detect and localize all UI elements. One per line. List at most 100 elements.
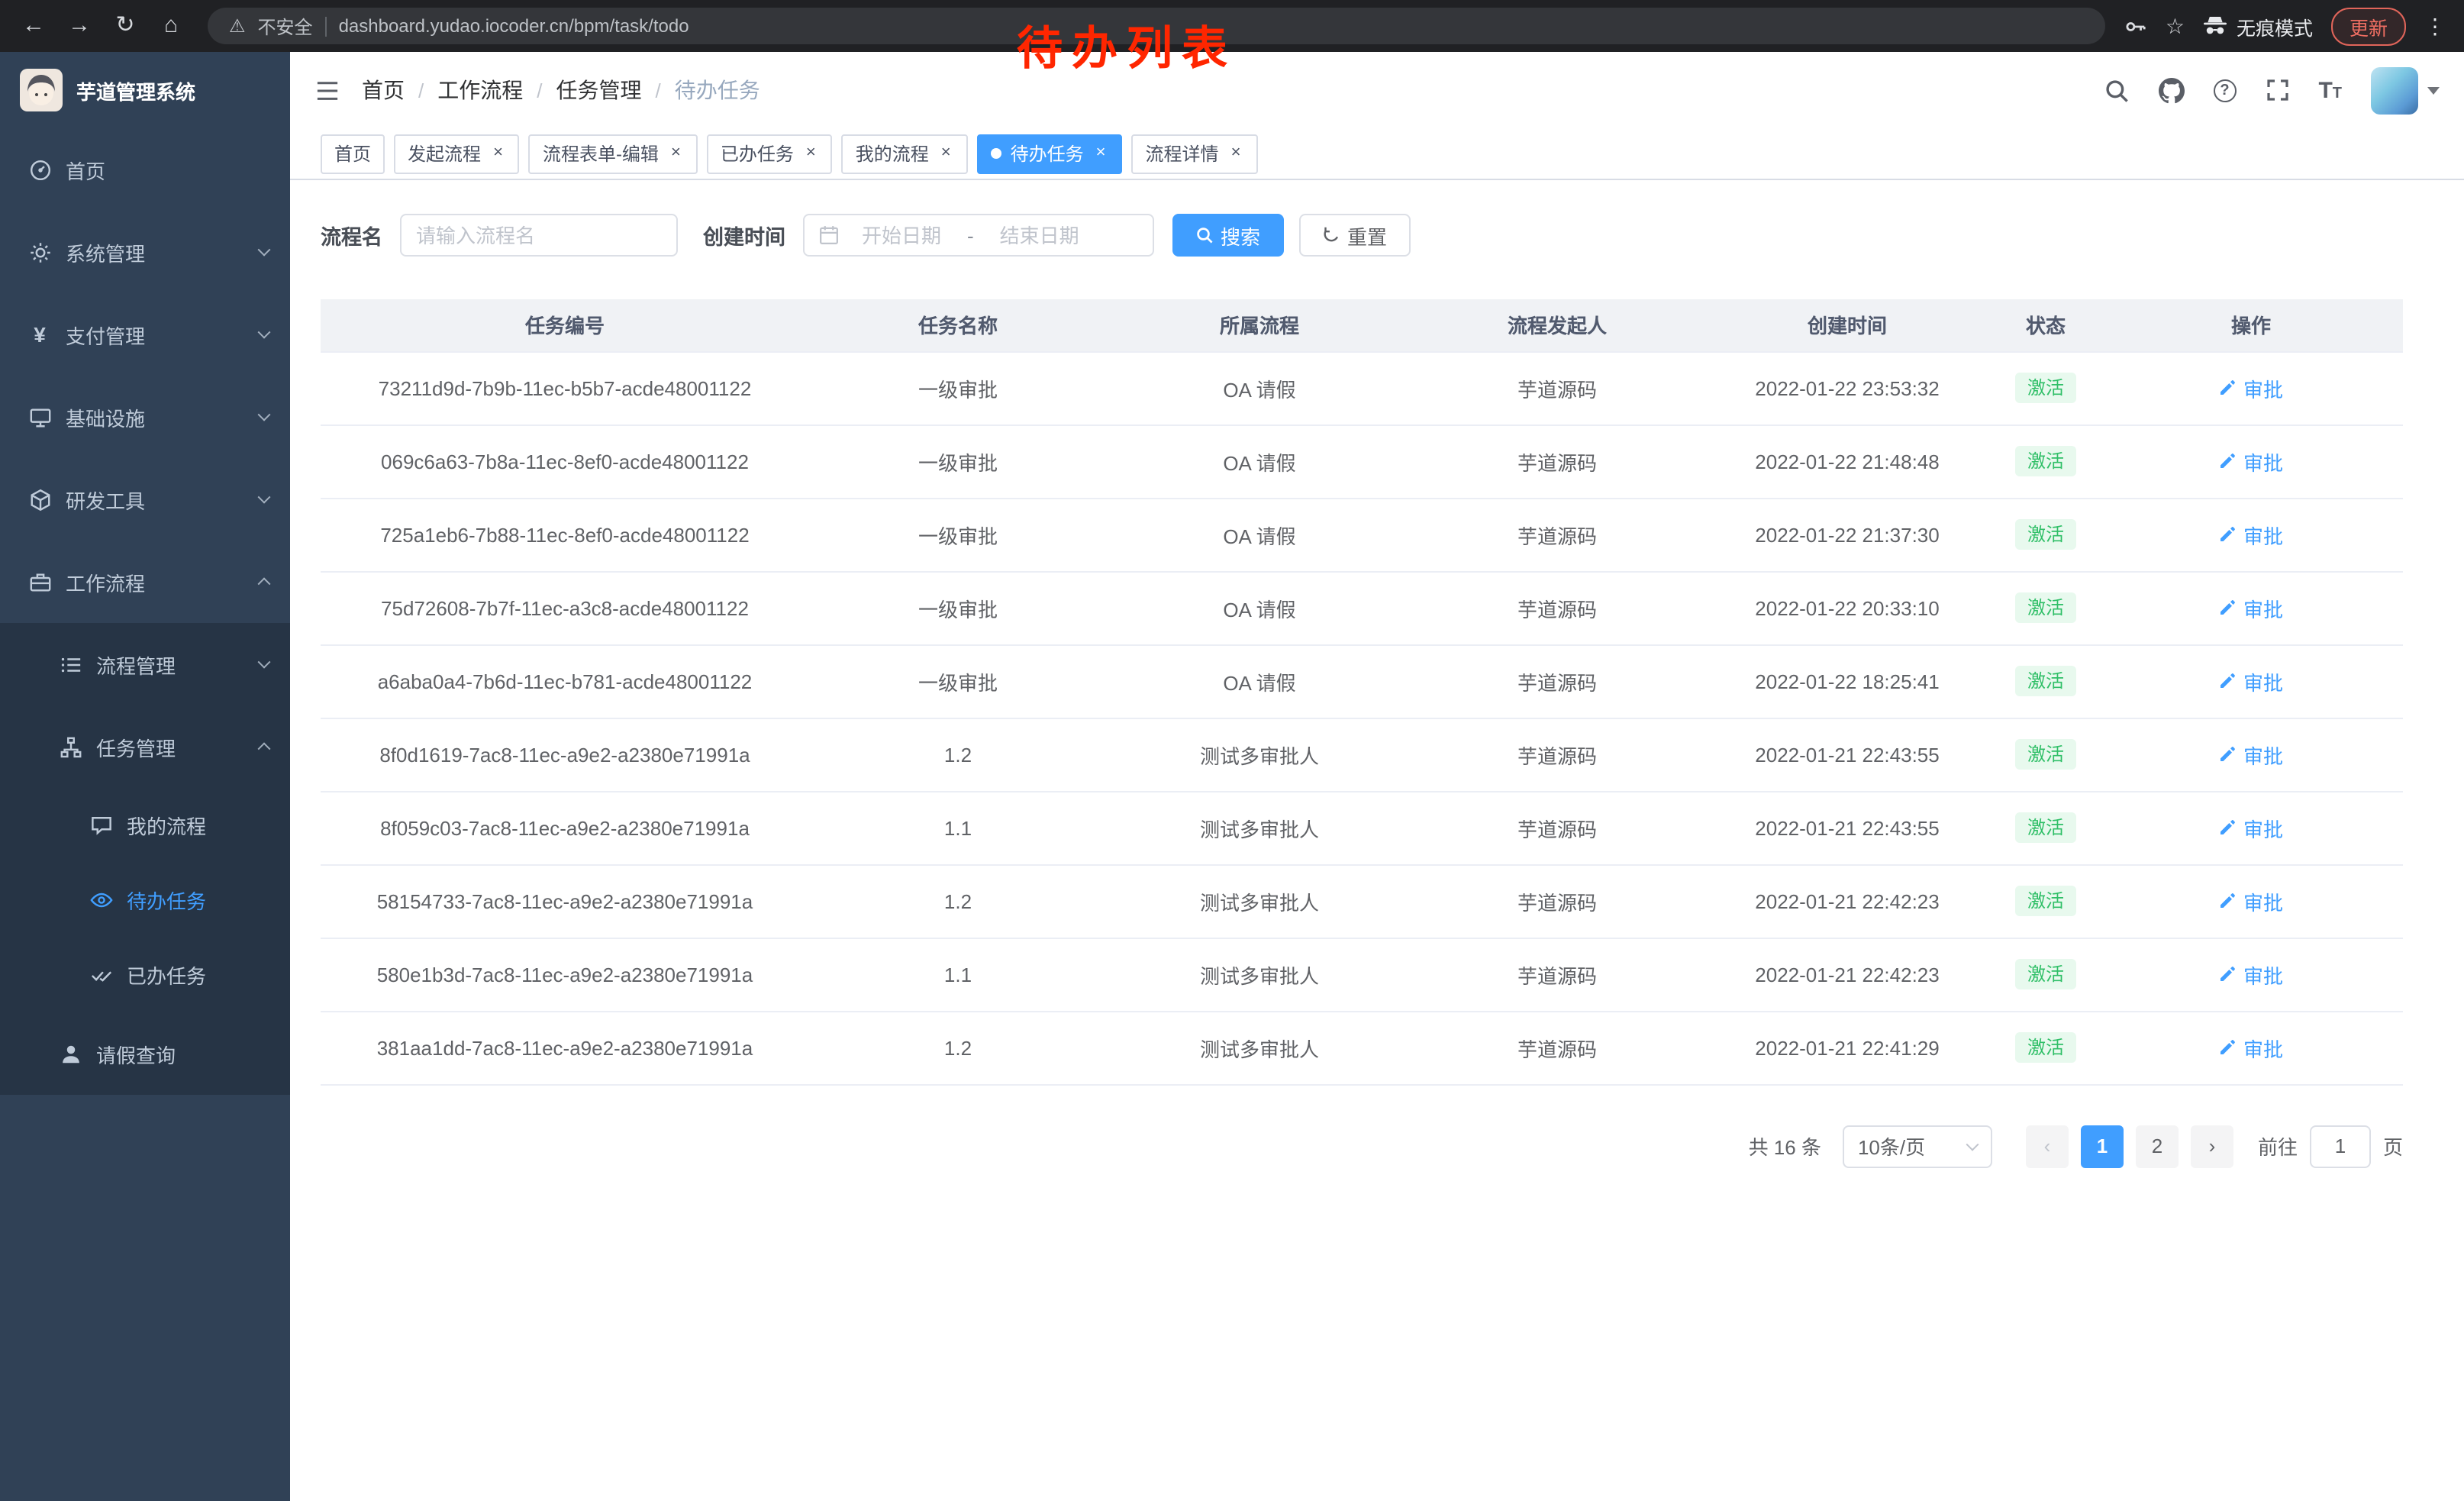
warning-icon: ⚠ (229, 15, 246, 37)
sidebar-item-label: 首页 (66, 155, 105, 184)
tab-start-process[interactable]: 发起流程 × (394, 134, 520, 173)
table-row[interactable]: 8f059c03-7ac8-11ec-a9e2-a2380e71991a 1.1… (321, 791, 2403, 864)
home-button[interactable]: ⌂ (153, 8, 189, 44)
sidebar-item-todo-tasks[interactable]: 待办任务 (0, 863, 290, 938)
close-icon[interactable]: × (938, 144, 954, 163)
update-button[interactable]: 更新 (2331, 7, 2406, 45)
cell-create-time: 2022-01-22 18:25:41 (1702, 644, 1992, 718)
back-button[interactable]: ← (15, 8, 52, 44)
approve-link[interactable]: 审批 (2219, 593, 2283, 622)
github-icon[interactable] (2158, 77, 2184, 103)
approve-link[interactable]: 审批 (2219, 667, 2283, 696)
fullscreen-icon[interactable] (2265, 78, 2289, 102)
page-content: 流程名 创建时间 - 搜索 (290, 180, 2464, 1167)
cell-task-name: 1.2 (809, 864, 1107, 938)
sidebar-item-leave-query[interactable]: 请假查询 (0, 1012, 290, 1095)
help-icon[interactable]: ? (2213, 79, 2236, 102)
approve-link[interactable]: 审批 (2219, 447, 2283, 476)
breadcrumb-workflow[interactable]: 工作流程 (437, 75, 523, 105)
next-page-button[interactable]: › (2191, 1125, 2233, 1167)
close-icon[interactable]: × (668, 144, 684, 163)
table-row[interactable]: 381aa1dd-7ac8-11ec-a9e2-a2380e71991a 1.2… (321, 1011, 2403, 1084)
tab-process-detail[interactable]: 流程详情 × (1132, 134, 1258, 173)
close-icon[interactable]: × (803, 144, 819, 163)
gear-icon (27, 240, 52, 264)
edit-icon (2219, 1038, 2237, 1057)
table-row[interactable]: 8f0d1619-7ac8-11ec-a9e2-a2380e71991a 1.2… (321, 718, 2403, 791)
bookmark-star-icon[interactable]: ☆ (2166, 13, 2185, 39)
cell-task-name: 一级审批 (809, 644, 1107, 718)
breadcrumb-separator: / (418, 79, 424, 102)
approve-link[interactable]: 审批 (2219, 520, 2283, 549)
key-icon[interactable] (2124, 15, 2147, 37)
cell-process: OA 请假 (1107, 351, 1412, 424)
sidebar-menu: 首页 系统管理 ¥ 支付管理 (0, 128, 290, 1095)
sidebar-item-infrastructure[interactable]: 基础设施 (0, 376, 290, 458)
reload-button[interactable]: ↻ (107, 8, 144, 44)
sidebar-item-system[interactable]: 系统管理 (0, 211, 290, 293)
sidebar-item-home[interactable]: 首页 (0, 128, 290, 211)
chevron-down-icon (1966, 1138, 1979, 1151)
cell-process: 测试多审批人 (1107, 938, 1412, 1011)
sidebar-item-done-tasks[interactable]: 已办任务 (0, 938, 290, 1012)
end-date-input[interactable] (983, 217, 1096, 253)
main-area: 首页 / 工作流程 / 任务管理 / 待办任务 ? (290, 52, 2464, 1501)
status-badge: 激活 (2015, 739, 2076, 770)
cell-create-time: 2022-01-22 23:53:32 (1702, 351, 1992, 424)
app-logo[interactable]: 芋道管理系统 (0, 52, 290, 128)
approve-link[interactable]: 审批 (2219, 373, 2283, 402)
close-icon[interactable]: × (1093, 144, 1109, 163)
browser-menu-button[interactable]: ⋮ (2424, 13, 2446, 39)
close-icon[interactable]: × (490, 144, 506, 163)
cell-starter: 芋道源码 (1412, 718, 1702, 791)
table-row[interactable]: 069c6a63-7b8a-11ec-8ef0-acde48001122 一级审… (321, 424, 2403, 498)
tab-done-tasks[interactable]: 已办任务 × (707, 134, 833, 173)
process-name-input[interactable] (399, 214, 677, 257)
approve-link[interactable]: 审批 (2219, 886, 2283, 915)
prev-page-button[interactable]: ‹ (2026, 1125, 2069, 1167)
sidebar-item-process-mgmt[interactable]: 流程管理 (0, 623, 290, 705)
approve-link[interactable]: 审批 (2219, 1033, 2283, 1062)
reset-button[interactable]: 重置 (1298, 214, 1410, 257)
page-button-2[interactable]: 2 (2136, 1125, 2179, 1167)
table-row[interactable]: 58154733-7ac8-11ec-a9e2-a2380e71991a 1.2… (321, 864, 2403, 938)
table-row[interactable]: 75d72608-7b7f-11ec-a3c8-acde48001122 一级审… (321, 571, 2403, 644)
breadcrumb-home[interactable]: 首页 (362, 75, 405, 105)
table-row[interactable]: 73211d9d-7b9b-11ec-b5b7-acde48001122 一级审… (321, 351, 2403, 424)
avatar[interactable] (2371, 66, 2418, 114)
approve-link[interactable]: 审批 (2219, 813, 2283, 842)
col-starter: 流程发起人 (1412, 299, 1702, 351)
cell-starter: 芋道源码 (1412, 791, 1702, 864)
font-size-icon[interactable]: TT (2318, 77, 2342, 103)
cell-task-name: 一级审批 (809, 351, 1107, 424)
sidebar-item-payment[interactable]: ¥ 支付管理 (0, 293, 290, 376)
close-icon[interactable]: × (1228, 144, 1244, 163)
page-button-1[interactable]: 1 (2081, 1125, 2124, 1167)
tab-home[interactable]: 首页 (321, 134, 385, 173)
tab-my-process[interactable]: 我的流程 × (842, 134, 968, 173)
table-row[interactable]: 725a1eb6-7b88-11ec-8ef0-acde48001122 一级审… (321, 498, 2403, 571)
table-row[interactable]: a6aba0a4-7b6d-11ec-b781-acde48001122 一级审… (321, 644, 2403, 718)
sidebar-item-workflow[interactable]: 工作流程 (0, 541, 290, 623)
breadcrumb-task-mgmt[interactable]: 任务管理 (556, 75, 642, 105)
start-date-input[interactable] (845, 217, 958, 253)
tab-process-form-edit[interactable]: 流程表单-编辑 × (529, 134, 698, 173)
sidebar-item-my-process[interactable]: 我的流程 (0, 788, 290, 863)
tab-todo-tasks[interactable]: 待办任务 × (977, 134, 1123, 173)
date-range-picker[interactable]: - (802, 214, 1153, 257)
approve-link[interactable]: 审批 (2219, 960, 2283, 989)
table-row[interactable]: 580e1b3d-7ac8-11ec-a9e2-a2380e71991a 1.1… (321, 938, 2403, 1011)
sidebar-item-devtools[interactable]: 研发工具 (0, 458, 290, 541)
goto-page-input[interactable] (2310, 1125, 2371, 1167)
dashboard-icon (27, 157, 52, 182)
search-button[interactable]: 搜索 (1172, 214, 1283, 257)
page-size-select[interactable]: 10条/页 (1843, 1125, 1992, 1167)
sidebar-toggle-button[interactable] (314, 79, 340, 102)
search-icon[interactable] (2103, 77, 2129, 103)
user-menu[interactable] (2371, 66, 2440, 114)
edit-icon (2219, 599, 2237, 617)
sidebar-item-task-mgmt[interactable]: 任务管理 (0, 705, 290, 788)
approve-link[interactable]: 审批 (2219, 740, 2283, 769)
cell-task-id: a6aba0a4-7b6d-11ec-b781-acde48001122 (321, 644, 809, 718)
forward-button[interactable]: → (61, 8, 98, 44)
